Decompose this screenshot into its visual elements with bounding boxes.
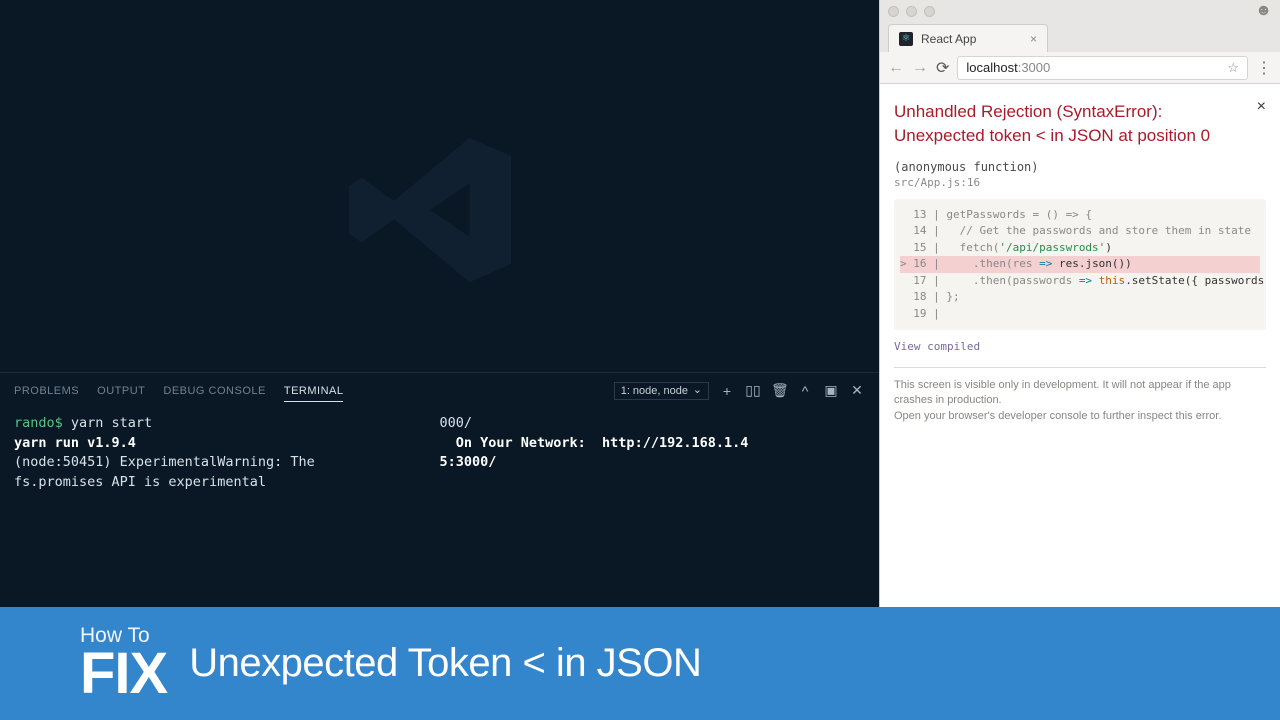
page-content: × Unhandled Rejection (SyntaxError): Une… (880, 84, 1280, 607)
browser-menu-icon[interactable]: ⋮ (1256, 58, 1272, 78)
minimize-window-icon[interactable] (906, 6, 917, 17)
new-terminal-icon[interactable]: + (719, 383, 735, 399)
terminal-selector[interactable]: 1: node, node (614, 382, 709, 400)
dev-mode-note: This screen is visible only in developme… (894, 378, 1266, 409)
console-hint: Open your browser's developer console to… (894, 409, 1266, 424)
error-title: Unhandled Rejection (SyntaxError): Unexp… (894, 100, 1266, 148)
back-icon[interactable]: ← (888, 59, 904, 77)
banner-fix: FIX (80, 646, 167, 701)
browser-window: ☻ React App × ← → ⟳ localhost:3000 ☆ ⋮ ×… (879, 0, 1280, 607)
tab-debug-console[interactable]: DEBUG CONSOLE (163, 385, 265, 397)
close-panel-icon[interactable]: ✕ (849, 382, 865, 399)
tab-close-icon[interactable]: × (1030, 32, 1037, 46)
terminal-output[interactable]: rando$ yarn start yarn run v1.9.4 (node:… (0, 408, 879, 498)
url-input[interactable]: localhost:3000 ☆ (957, 56, 1248, 80)
title-banner: How To FIX Unexpected Token < in JSON (0, 607, 1280, 720)
url-port: :3000 (1018, 60, 1051, 75)
toggle-panel-icon[interactable]: ▣ (823, 382, 839, 399)
divider (894, 367, 1266, 368)
profile-icon[interactable]: ☻ (1255, 2, 1272, 20)
bookmark-icon[interactable]: ☆ (1227, 60, 1239, 76)
maximize-window-icon[interactable] (924, 6, 935, 17)
browser-tab-strip: React App × (880, 22, 1280, 52)
vscode-logo-watermark (340, 120, 520, 300)
banner-message: Unexpected Token < in JSON (189, 641, 701, 686)
tab-problems[interactable]: PROBLEMS (14, 385, 79, 397)
error-file-location: src/App.js:16 (894, 176, 1266, 189)
terminal-column-2: 000/ On Your Network: http://192.168.1.4… (440, 414, 866, 492)
kill-terminal-icon[interactable]: 🗑 (771, 382, 787, 399)
forward-icon: → (912, 59, 928, 77)
error-code-snippet: 13 | getPasswords = () => { 14 | // Get … (894, 199, 1266, 331)
url-host: localhost (966, 60, 1017, 75)
maximize-panel-icon[interactable]: ^ (797, 383, 813, 399)
view-compiled-link[interactable]: View compiled (894, 340, 1266, 353)
browser-tab[interactable]: React App × (888, 24, 1048, 52)
reload-icon[interactable]: ⟳ (936, 58, 949, 78)
split-terminal-icon[interactable]: ▯▯ (745, 382, 761, 399)
banner-howto: How To (80, 626, 167, 646)
tab-title: React App (921, 32, 976, 46)
vscode-panel: PROBLEMS OUTPUT DEBUG CONSOLE TERMINAL 1… (0, 372, 879, 607)
tab-output[interactable]: OUTPUT (97, 385, 145, 397)
address-bar: ← → ⟳ localhost:3000 ☆ ⋮ (880, 52, 1280, 84)
error-function: (anonymous function) (894, 160, 1266, 174)
tab-terminal[interactable]: TERMINAL (284, 385, 344, 402)
error-dismiss-icon[interactable]: × (1257, 98, 1266, 116)
window-controls: ☻ (880, 0, 1280, 22)
terminal-column-1: rando$ yarn start yarn run v1.9.4 (node:… (14, 414, 440, 492)
close-window-icon[interactable] (888, 6, 899, 17)
vscode-editor-area: PROBLEMS OUTPUT DEBUG CONSOLE TERMINAL 1… (0, 0, 879, 607)
panel-tab-bar: PROBLEMS OUTPUT DEBUG CONSOLE TERMINAL 1… (0, 373, 879, 408)
react-favicon-icon (899, 32, 913, 46)
